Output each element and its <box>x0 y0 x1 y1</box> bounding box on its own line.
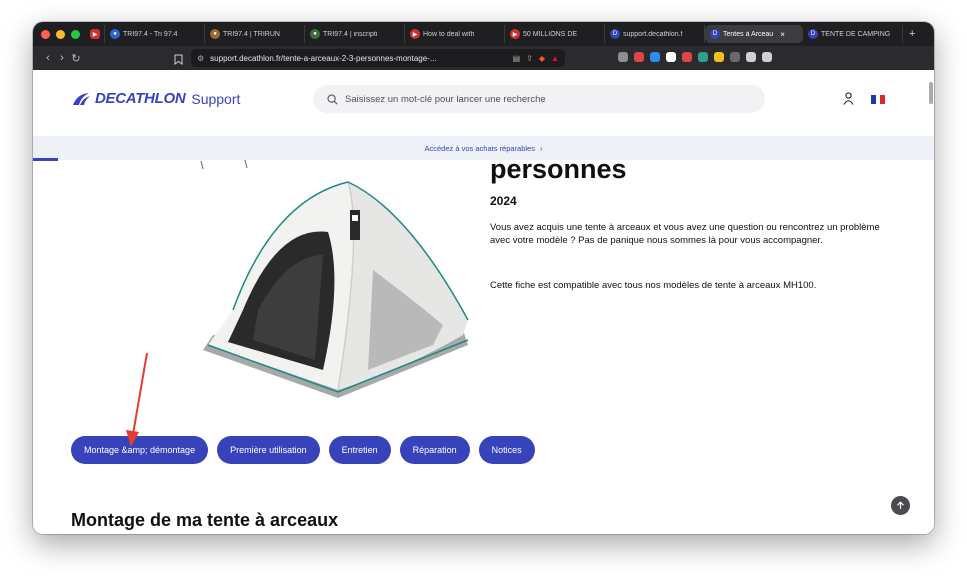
tab-favicon-icon: D <box>710 29 720 39</box>
web-page: DECATHLON Support Saisissez un mot-clé p… <box>33 70 934 534</box>
tab-label: TENTE DE CAMPING <box>821 30 891 38</box>
topic-pill-button[interactable]: Entretien <box>328 436 391 464</box>
chevron-right-icon: › <box>539 143 543 153</box>
tab-label: TRI97.4 | TRIRUN <box>223 30 280 38</box>
share-icon[interactable]: ⇪ <box>526 54 533 63</box>
bookmark-icon[interactable] <box>174 52 183 70</box>
site-settings-icon[interactable]: ⚙ <box>197 54 204 63</box>
youtube-icon: ▶ <box>90 29 100 39</box>
banner-text: Accédez à vos achats réparables <box>424 143 535 153</box>
decathlon-logo[interactable]: DECATHLON Support <box>71 90 240 107</box>
search-icon <box>327 93 338 105</box>
extension-icon[interactable] <box>634 52 644 62</box>
compatibility-note: Cette fiche est compatible avec tous nos… <box>490 280 817 291</box>
extension-icon[interactable] <box>762 52 772 62</box>
browser-tab[interactable]: ● TRI97.4 | TRIRUN <box>205 25 305 43</box>
reload-button[interactable]: ↻ <box>69 52 83 65</box>
forward-button[interactable]: › <box>55 52 69 64</box>
reader-icon[interactable]: ▤ <box>513 54 521 63</box>
topic-pill-button[interactable]: Réparation <box>399 436 470 464</box>
progress-indicator <box>33 158 58 161</box>
tab-favicon-icon: ● <box>110 29 120 39</box>
extensions-bar <box>618 52 772 62</box>
extension-icon[interactable] <box>746 52 756 62</box>
product-description: Vous avez acquis une tente à arceaux et … <box>490 222 880 247</box>
browser-tab[interactable]: Dsupport.decathlon.f <box>605 25 705 43</box>
back-to-top-button[interactable] <box>891 496 910 515</box>
tab-strip: ● TRI97.4 - Tri 97.4 ● TRI97.4 | TRIRUN ● TRI… <box>105 25 903 43</box>
topic-pill-button[interactable]: Notices <box>478 436 535 464</box>
browser-tab[interactable]: ▶ How to deal with <box>405 25 505 43</box>
section-title: Montage de ma tente à arceaux <box>71 510 339 530</box>
new-tab-button[interactable]: + <box>909 28 915 40</box>
red-arrow-annotation <box>126 352 148 447</box>
browser-tab[interactable]: ● TRI97.4 - Tri 97.4 <box>105 25 205 43</box>
decathlon-mark-icon <box>73 92 90 105</box>
window-controls <box>41 29 80 39</box>
extension-icon[interactable] <box>666 52 676 62</box>
pinned-tab[interactable]: ▶ <box>86 25 105 43</box>
brand-name: DECATHLON <box>95 90 186 107</box>
tab-favicon-icon: ● <box>210 29 220 39</box>
extension-icon[interactable] <box>698 52 708 62</box>
tent-product-image <box>200 160 483 398</box>
extension-icon[interactable] <box>618 52 628 62</box>
search-input[interactable]: Saisissez un mot-clé pour lancer une rec… <box>313 85 765 113</box>
tab-bar: ▶ ● TRI97.4 - Tri 97.4 ● TRI97.4 | TRIRUN ● T… <box>33 22 934 46</box>
tab-favicon-icon: D <box>808 29 818 39</box>
browser-window: ▶ ● TRI97.4 - Tri 97.4 ● TRI97.4 | TRIRUN ● T… <box>33 22 934 534</box>
tab-favicon-icon: ▶ <box>410 29 420 39</box>
browser-tab[interactable]: ▶ 50 MILLIONS DE <box>505 25 605 43</box>
url-text: support.decathlon.fr/tente-a-arceaux-2-3… <box>210 53 437 63</box>
brave-rewards-icon[interactable]: ▲ <box>551 54 559 63</box>
france-flag-icon[interactable] <box>871 95 886 104</box>
brand-sub: Support <box>191 90 241 107</box>
address-bar[interactable]: ⚙ support.decathlon.fr/tente-a-arceaux-2… <box>191 49 565 67</box>
tab-label: TRI97.4 | inscripti <box>323 30 378 38</box>
tab-label: Tentes à Arceau <box>723 30 774 38</box>
browser-toolbar: ‹ › ↻ ⚙ support.decathlon.fr/tente-a-arc… <box>33 46 934 70</box>
minimize-window-button[interactable] <box>56 29 65 39</box>
tab-favicon-icon: ▶ <box>510 29 520 39</box>
topic-pill-button[interactable]: Première utilisation <box>217 436 320 464</box>
extension-icon[interactable] <box>730 52 740 62</box>
repairable-purchases-banner[interactable]: Accédez à vos achats réparables › <box>33 136 934 160</box>
close-window-button[interactable] <box>41 29 50 39</box>
arrow-up-icon <box>897 501 904 509</box>
close-tab-icon[interactable]: × <box>780 30 785 39</box>
browser-tab[interactable]: D TENTE DE CAMPING <box>803 25 903 43</box>
zoom-window-button[interactable] <box>71 29 80 39</box>
extension-icon[interactable] <box>682 52 692 62</box>
back-button[interactable]: ‹ <box>41 52 55 64</box>
browser-tab[interactable]: ● TRI97.4 | inscripti <box>305 25 405 43</box>
product-title: personnes <box>490 154 627 184</box>
browser-tab[interactable]: D Tentes à Arceau × <box>705 25 803 43</box>
scrollbar[interactable] <box>929 82 933 104</box>
tab-label: How to deal with <box>423 30 475 38</box>
product-year: 2024 <box>490 194 517 208</box>
brave-shield-icon[interactable]: ◆ <box>539 54 545 63</box>
extension-icon[interactable] <box>714 52 724 62</box>
extension-icon[interactable] <box>650 52 660 62</box>
search-placeholder: Saisissez un mot-clé pour lancer une rec… <box>345 93 546 105</box>
tab-label: 50 MILLIONS DE <box>523 30 578 38</box>
account-icon[interactable] <box>843 92 854 110</box>
site-header: DECATHLON Support Saisissez un mot-clé p… <box>33 70 934 136</box>
tab-label: TRI97.4 - Tri 97.4 <box>123 30 178 38</box>
tab-favicon-icon: ● <box>310 29 320 39</box>
tab-favicon-icon: D <box>610 29 620 39</box>
tab-label: support.decathlon.f <box>623 30 683 38</box>
